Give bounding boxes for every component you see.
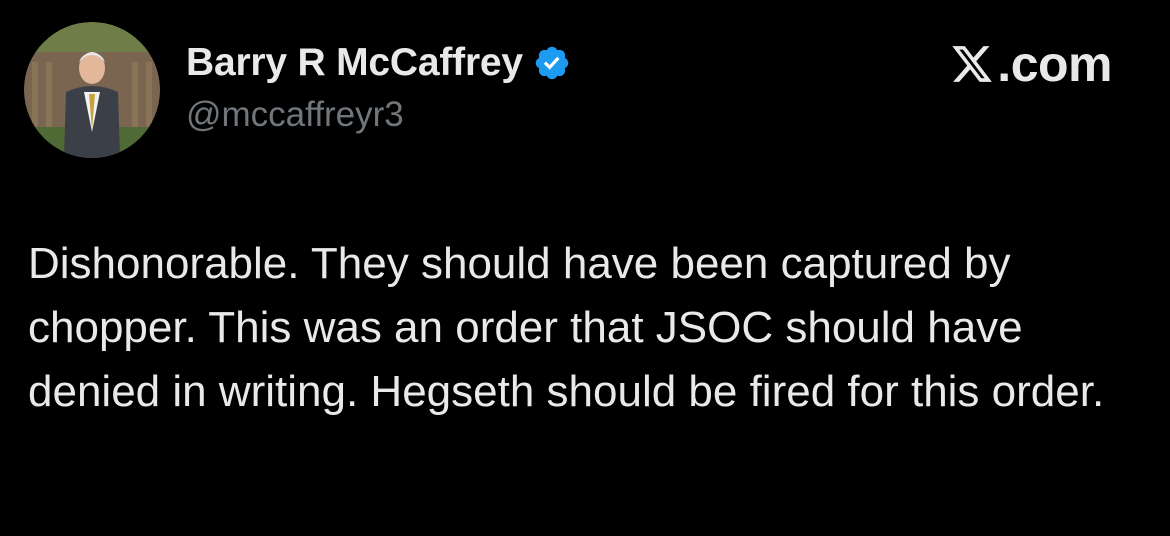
author-handle[interactable]: @mccaffreyr3 xyxy=(186,95,404,135)
x-logo-icon xyxy=(949,42,995,86)
author-display-name[interactable]: Barry R McCaffrey xyxy=(186,41,523,85)
brand-domain-text: .com xyxy=(997,36,1112,92)
tweet-body-text: Dishonorable. They should have been capt… xyxy=(28,239,1105,416)
author-name-row: Barry R McCaffrey xyxy=(186,40,571,86)
avatar[interactable] xyxy=(24,22,160,158)
profile-photo-icon xyxy=(24,22,160,158)
verified-badge-icon[interactable] xyxy=(533,44,571,82)
tweet-card: Barry R McCaffrey @mccaffreyr3 .com Dish… xyxy=(0,0,1170,536)
brand-watermark: .com xyxy=(949,36,1112,92)
